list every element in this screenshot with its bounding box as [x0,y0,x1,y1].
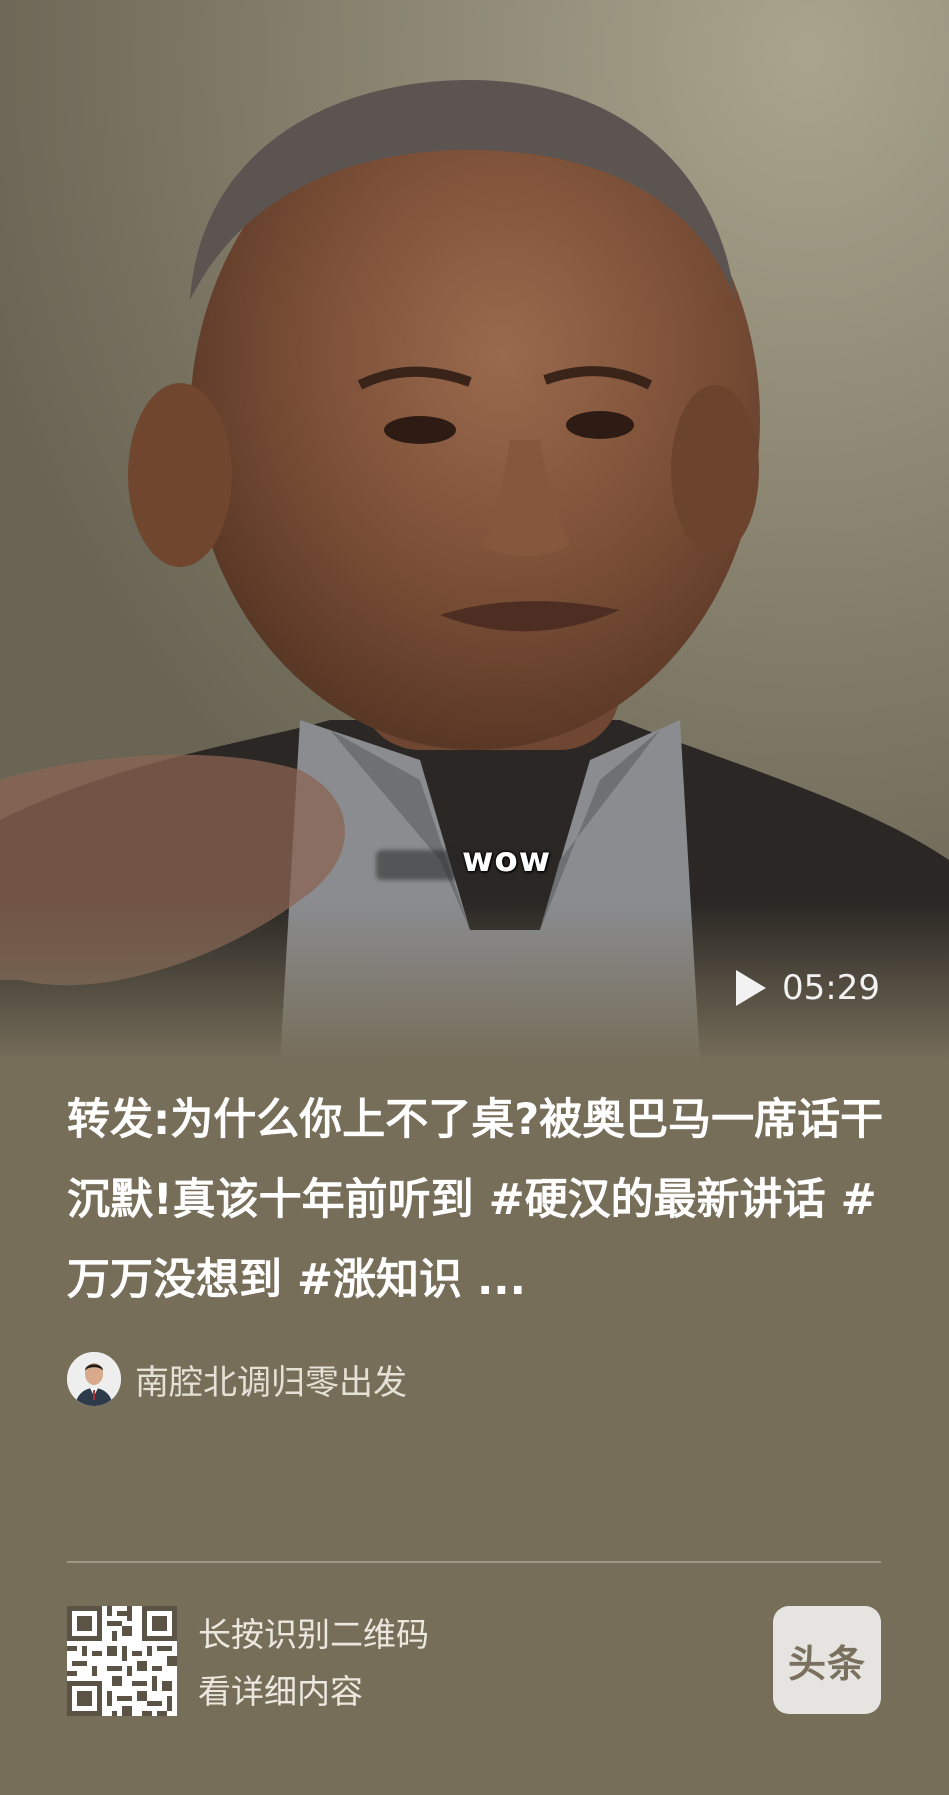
video-thumbnail[interactable]: wow 05:29 [0,0,949,1062]
duration-text: 05:29 [782,968,880,1008]
qr-instructions: 长按识别二维码 看详细内容 [198,1606,429,1720]
video-caption: wow [462,840,552,880]
avatar-image [67,1352,121,1406]
avatar[interactable] [67,1352,121,1406]
play-icon[interactable] [734,968,768,1008]
post-title[interactable]: 转发:为什么你上不了桌?被奥巴马一席话干沉默!真该十年前听到 #硬汉的最新讲话 … [67,1080,887,1320]
caption-blur-region [376,850,458,880]
qr-instruction-line-1: 长按识别二维码 [198,1615,429,1654]
qr-instruction-line-2: 看详细内容 [198,1672,363,1711]
qr-code[interactable] [67,1606,177,1716]
divider [67,1561,881,1563]
author-name[interactable]: 南腔北调归零出发 [135,1355,407,1404]
video-duration: 05:29 [734,968,880,1008]
toutiao-logo: 头条 [773,1606,881,1714]
qr-code-icon [67,1606,177,1716]
author-row[interactable]: 南腔北调归零出发 [67,1352,407,1406]
toutiao-logo-text: 头条 [787,1641,866,1686]
